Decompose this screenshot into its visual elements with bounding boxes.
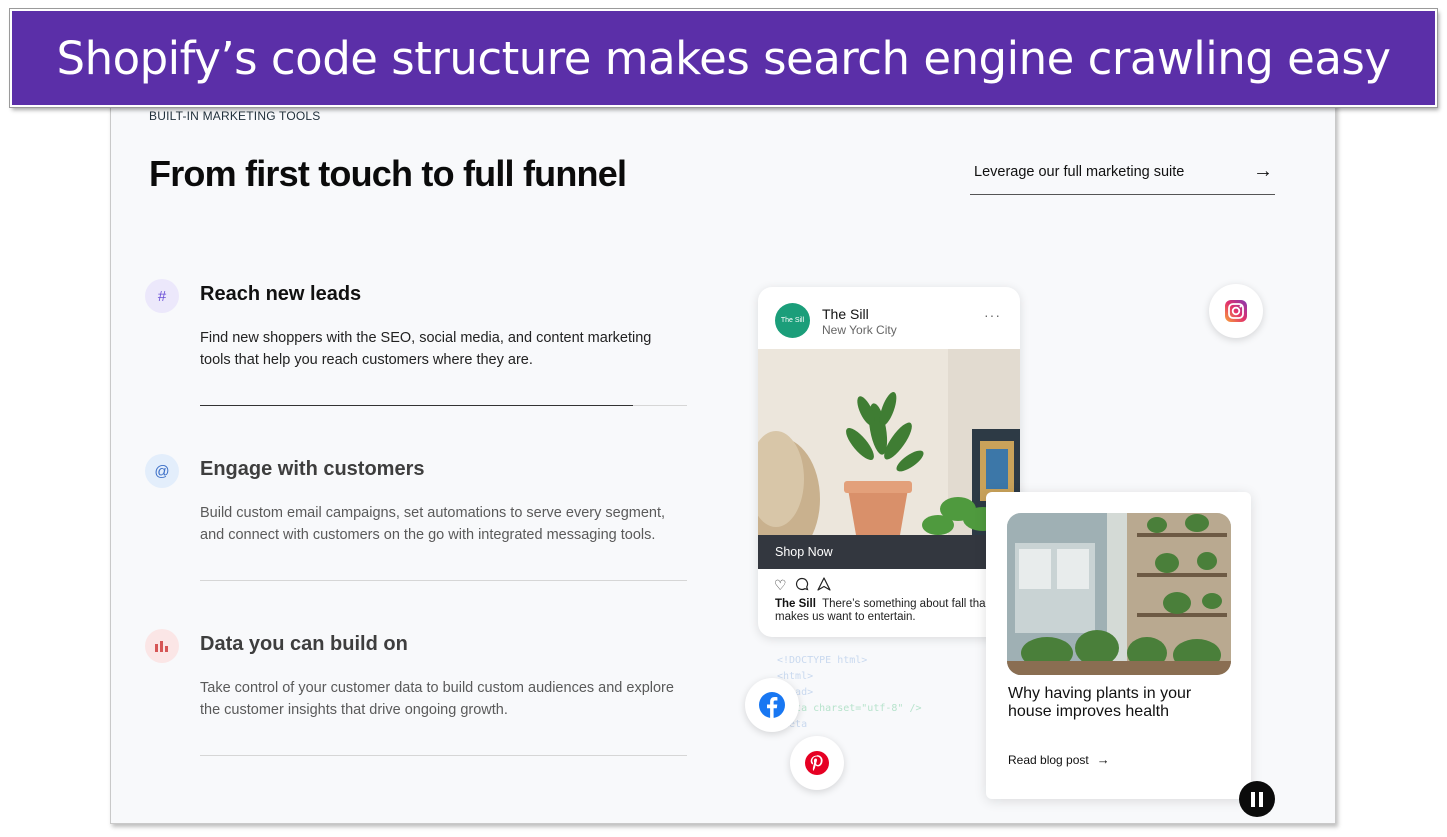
code-line: <head> [777, 685, 922, 701]
at-sign-icon: @ [145, 454, 179, 488]
post-account-name: The Sill [822, 306, 869, 322]
pause-button[interactable] [1239, 781, 1275, 817]
pause-icon-bar [1251, 791, 1255, 807]
post-location: New York City [822, 323, 897, 337]
code-line: <meta [777, 719, 808, 730]
hash-icon: # [145, 279, 179, 313]
section-headline: From first touch to full funnel [149, 153, 627, 194]
feature-description: Build custom email campaigns, set automa… [200, 505, 666, 543]
social-post-card: The Sill The Sill New York City ··· Shop… [758, 287, 1020, 637]
code-line: <!DOCTYPE html> [777, 655, 868, 666]
blog-post-title: Why having plants in your house improves… [1008, 685, 1192, 720]
instagram-icon[interactable] [1209, 284, 1263, 338]
banner-text: Shopify’s code structure makes search en… [56, 31, 1392, 85]
code-snippet: <!DOCTYPE html><html><head><meta charset… [777, 653, 922, 733]
arrow-right-icon: → [1096, 752, 1110, 767]
post-actions: ♡ [774, 577, 831, 594]
section-eyebrow: BUILT-IN MARKETING TOOLS [149, 109, 321, 123]
feature-divider [200, 405, 687, 406]
arrow-right-icon: → [1253, 160, 1273, 182]
share-icon[interactable] [816, 577, 831, 594]
marketing-suite-link[interactable]: Leverage our full marketing suite → [970, 149, 1275, 195]
comment-icon[interactable] [795, 577, 809, 594]
bar-chart-icon [145, 629, 179, 663]
code-line: <html> [777, 671, 814, 682]
marketing-suite-link-label: Leverage our full marketing suite [974, 163, 1185, 180]
feature-divider [200, 755, 687, 756]
blog-post-image [1007, 513, 1231, 675]
caption-banner: Shopify’s code structure makes search en… [9, 8, 1438, 108]
avatar: The Sill [775, 303, 810, 338]
heart-icon[interactable]: ♡ [774, 577, 787, 594]
feature-progress-bar [200, 405, 634, 406]
feature-divider [200, 580, 687, 581]
blog-post-card[interactable]: Why having plants in your house improves… [986, 492, 1251, 799]
caption-account-name: The Sill [775, 598, 816, 610]
post-image [758, 349, 1020, 535]
marketing-section-screenshot: BUILT-IN MARKETING TOOLS From first touc… [110, 80, 1336, 824]
post-caption: The Sill There’s something about fall th… [775, 598, 1015, 624]
read-blog-post-link[interactable]: Read blog post → [1008, 752, 1110, 767]
read-blog-post-label: Read blog post [1008, 753, 1089, 767]
feature-title: Reach new leads [200, 283, 362, 305]
page: Shopify’s code structure makes search en… [0, 0, 1447, 837]
shop-now-button[interactable]: Shop Now [758, 535, 1020, 569]
pause-icon-bar [1259, 791, 1263, 807]
feature-title: Engage with customers [200, 458, 425, 480]
more-options-icon[interactable]: ··· [984, 307, 1001, 323]
pinterest-icon[interactable] [790, 736, 844, 790]
feature-title: Data you can build on [200, 633, 408, 655]
feature-description: Take control of your customer data to bu… [200, 680, 674, 718]
feature-description: Find new shoppers with the SEO, social m… [200, 330, 652, 368]
facebook-icon[interactable] [745, 678, 799, 732]
